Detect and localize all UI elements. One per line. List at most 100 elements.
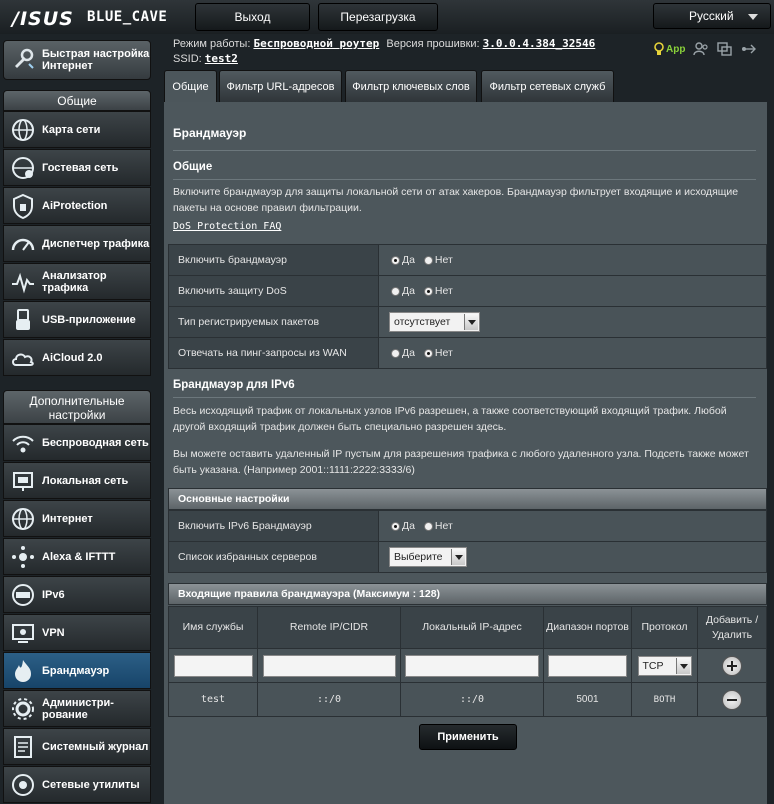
language-select[interactable]: Русский [653, 3, 771, 29]
logged-packets-type-select[interactable]: отсутствует [389, 312, 480, 332]
usb-icon [16, 308, 30, 330]
enable-ipv6-firewall-no-radio[interactable] [423, 521, 433, 531]
enable-dos-label: Включить защиту DoS [168, 275, 379, 307]
ipv6-icon [12, 583, 34, 606]
sidebar-item-traffic-analyzer[interactable]: Анализатор трафика [3, 263, 151, 300]
radio-label: Да [402, 520, 415, 533]
firmware-label: Версия прошивки: [386, 38, 480, 50]
sidebar-item-usb-application[interactable]: USB-приложение [3, 301, 151, 338]
enable-firewall-no-radio[interactable] [423, 255, 433, 265]
sidebar-item-firewall[interactable]: Брандмауэр [3, 652, 151, 689]
quick-setup-wrench-icon [15, 48, 34, 69]
operation-mode-link[interactable]: Беспроводной роутер [253, 37, 379, 50]
sidebar-item-label: Беспроводная сеть [42, 436, 149, 449]
lightbulb-icon [654, 42, 664, 55]
apply-button[interactable]: Применить [419, 724, 517, 750]
enable-dos-no-radio[interactable] [423, 286, 433, 296]
language-value: Русский [689, 9, 734, 23]
tab-general[interactable]: Общие [164, 70, 217, 102]
lan-icon [13, 471, 33, 491]
service-name-input[interactable] [173, 654, 253, 677]
app-status[interactable]: App [654, 42, 685, 56]
sidebar-item-traffic-manager[interactable]: Диспетчер трафика [3, 225, 151, 262]
minus-icon [727, 698, 737, 701]
radio-label: Да [402, 285, 415, 298]
radio-label: Нет [434, 254, 453, 267]
sidebar-item-vpn[interactable]: VPN [3, 614, 151, 651]
local-ip-input[interactable] [405, 654, 539, 677]
new-rule-cell [697, 648, 767, 683]
sidebar-item-lan[interactable]: Локальная сеть [3, 462, 151, 499]
sidebar: Быстрая настройка Интернет Общие Карта с… [0, 34, 156, 804]
basic-settings-header: Основные настройки [168, 488, 767, 510]
table-row: Включить брандмауэр Да Нет [168, 244, 767, 276]
table-row: test ::/0 ::/0 5001 BOTH [168, 682, 767, 717]
sidebar-item-aicloud[interactable]: AiCloud 2.0 [3, 339, 151, 376]
dos-protection-faq-link[interactable]: DoS Protection FAQ [173, 221, 281, 232]
delete-rule-button[interactable] [722, 689, 742, 710]
firmware-version-link[interactable]: 3.0.0.4.384_32546 [483, 37, 596, 50]
enable-dos-yes-radio[interactable] [391, 286, 400, 296]
sidebar-item-network-tools[interactable]: Сетевые утилиты [3, 766, 151, 803]
sidebar-item-internet[interactable]: Интернет [3, 500, 151, 537]
wan-ping-radio-group: Да Нет [378, 337, 767, 369]
guest-network-icon [12, 156, 34, 179]
ipv6-firewall-heading: Брандмауэр для IPv6 [173, 379, 295, 391]
port-range-input[interactable] [548, 654, 627, 677]
chevron-down-icon [675, 657, 690, 674]
rule-port-range: 5001 [543, 682, 632, 717]
firewall-content-panel: Брандмауэр Общие Включите брандмауэр для… [164, 102, 767, 804]
internet-globe-icon [12, 507, 34, 530]
sidebar-item-network-map[interactable]: Карта сети [3, 111, 151, 148]
general-heading: Общие [173, 161, 213, 173]
ssid-status: SSID: test2 [173, 52, 238, 65]
sidebar-item-guest-network[interactable]: Гостевая сеть [3, 149, 151, 186]
system-log-icon [14, 735, 32, 758]
table-row: Тип регистрируемых пакетов отсутствует [168, 306, 767, 338]
ipv6-settings-table: Включить IPv6 Брандмауэр Да Нет Список и… [168, 510, 767, 573]
sidebar-item-label: AiCloud 2.0 [42, 351, 103, 364]
advanced-group-header: Дополнительные настройки [3, 390, 151, 424]
sidebar-item-label: Системный журнал [42, 740, 149, 753]
sidebar-item-system-log[interactable]: Системный журнал [3, 728, 151, 765]
tab-url-filter[interactable]: Фильтр URL-адресов [219, 70, 342, 102]
sidebar-item-label: Диспетчер трафика [42, 237, 150, 250]
remote-ip-input[interactable] [262, 654, 396, 677]
clients-icon[interactable] [693, 42, 709, 56]
traffic-analyzer-icon [12, 272, 34, 294]
sidebar-item-aiprotection[interactable]: AiProtection [3, 187, 151, 224]
tab-network-services-filter[interactable]: Фильтр сетевых служб [481, 70, 614, 102]
favorite-servers-select[interactable]: Выберите [389, 547, 467, 567]
wan-ping-yes-radio[interactable] [391, 348, 400, 358]
logout-button[interactable]: Выход [195, 3, 310, 31]
firewall-icon [15, 659, 31, 682]
select-value: TCP [642, 659, 664, 672]
quick-setup-label: Быстрая настройка Интернет [42, 48, 150, 72]
table-header-row: Имя службы Remote IP/CIDR Локальный IP-а… [168, 606, 767, 649]
enable-dos-radio-group: Да Нет [378, 275, 767, 307]
top-bar: /ISUS BLUE_CAVE Выход Перезагрузка Русск… [0, 0, 774, 34]
protocol-select[interactable]: TCP [637, 655, 692, 676]
sidebar-item-alexa-ifttt[interactable]: Alexa & IFTTT [3, 538, 151, 575]
sidebar-item-ipv6[interactable]: IPv6 [3, 576, 151, 613]
enable-ipv6-firewall-yes-radio[interactable] [391, 521, 400, 531]
select-value: Выберите [394, 551, 443, 563]
reboot-button[interactable]: Перезагрузка [318, 3, 438, 31]
add-rule-button[interactable] [722, 655, 742, 676]
aicloud-icon [12, 353, 34, 366]
copy-windows-icon[interactable] [717, 42, 733, 56]
sidebar-item-label: Локальная сеть [42, 474, 129, 487]
tab-keyword-filter[interactable]: Фильтр ключевых слов [345, 70, 477, 102]
alexa-icon [12, 545, 34, 568]
asus-logo: /ISUS [12, 8, 74, 30]
ssid-link[interactable]: test2 [205, 52, 238, 65]
table-row: Включить защиту DoS Да Нет [168, 275, 767, 307]
sidebar-item-wireless[interactable]: Беспроводная сеть [3, 424, 151, 461]
quick-internet-setup-button[interactable]: Быстрая настройка Интернет [3, 40, 151, 80]
usb-status-icon[interactable] [741, 42, 757, 56]
favorite-servers-label: Список избранных серверов [168, 541, 379, 573]
sidebar-item-administration[interactable]: Администри-рование [3, 690, 151, 727]
enable-firewall-yes-radio[interactable] [391, 255, 400, 265]
wan-ping-no-radio[interactable] [423, 348, 433, 358]
radio-label: Да [402, 254, 415, 267]
